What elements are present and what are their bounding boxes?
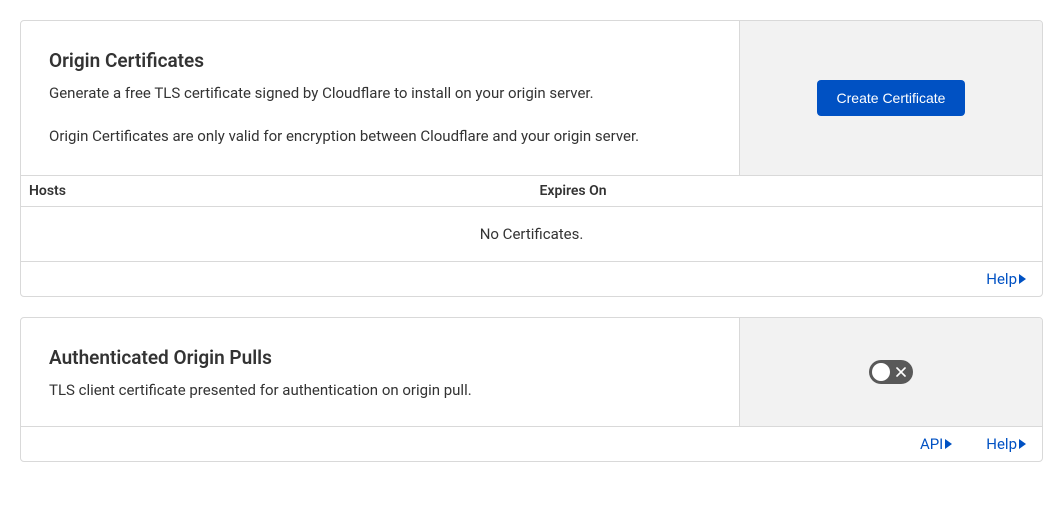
card-header: Authenticated Origin Pulls TLS client ce… bbox=[21, 318, 1042, 426]
toggle-knob bbox=[872, 363, 890, 381]
col-expires: Expires On bbox=[532, 176, 1043, 206]
api-label: API bbox=[920, 435, 943, 453]
card-action-panel bbox=[739, 318, 1042, 426]
auth-origin-pulls-card: Authenticated Origin Pulls TLS client ce… bbox=[20, 317, 1043, 462]
origin-certificates-card: Origin Certificates Generate a free TLS … bbox=[20, 20, 1043, 297]
card-header-content: Authenticated Origin Pulls TLS client ce… bbox=[21, 318, 739, 426]
auth-pulls-toggle[interactable] bbox=[869, 360, 913, 384]
caret-right-icon bbox=[1019, 274, 1026, 284]
card-footer: Help bbox=[21, 262, 1042, 296]
caret-right-icon bbox=[1019, 439, 1026, 449]
api-link[interactable]: API bbox=[920, 435, 952, 453]
certs-table-empty: No Certificates. bbox=[21, 207, 1042, 262]
origin-certs-desc2: Origin Certificates are only valid for e… bbox=[49, 125, 711, 148]
caret-right-icon bbox=[945, 439, 952, 449]
card-header: Origin Certificates Generate a free TLS … bbox=[21, 21, 1042, 175]
card-header-content: Origin Certificates Generate a free TLS … bbox=[21, 21, 739, 175]
card-footer: API Help bbox=[21, 426, 1042, 461]
origin-certs-desc1: Generate a free TLS certificate signed b… bbox=[49, 82, 711, 105]
card-action-panel: Create Certificate bbox=[739, 21, 1042, 175]
auth-pulls-desc: TLS client certificate presented for aut… bbox=[49, 379, 711, 402]
help-link[interactable]: Help bbox=[986, 270, 1026, 288]
create-certificate-button[interactable]: Create Certificate bbox=[817, 80, 966, 116]
origin-certs-title: Origin Certificates bbox=[49, 49, 711, 72]
help-label: Help bbox=[986, 270, 1017, 288]
help-link[interactable]: Help bbox=[986, 435, 1026, 453]
col-hosts: Hosts bbox=[21, 176, 532, 206]
certs-table-header: Hosts Expires On bbox=[21, 175, 1042, 207]
help-label: Help bbox=[986, 435, 1017, 453]
auth-pulls-title: Authenticated Origin Pulls bbox=[49, 346, 711, 369]
x-icon bbox=[895, 366, 907, 378]
